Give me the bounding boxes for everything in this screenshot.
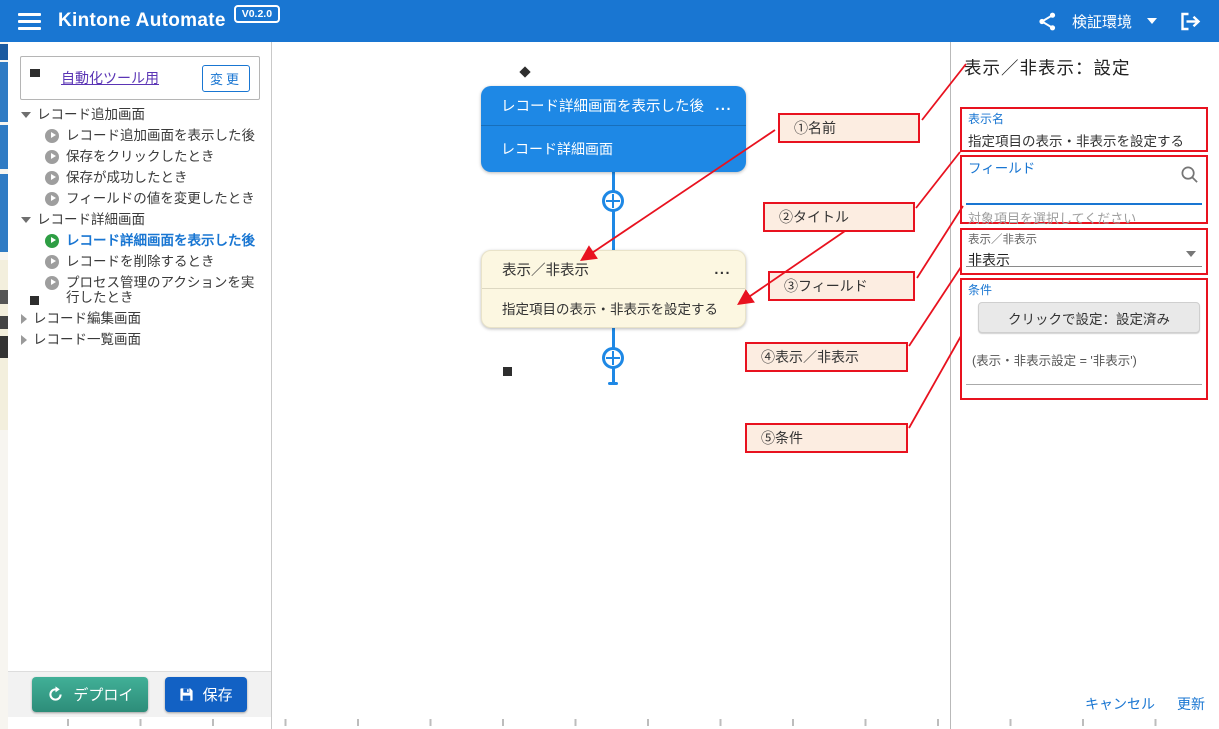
trigger-node[interactable]: レコード詳細画面を表示した後 ... レコード詳細画面 — [481, 86, 746, 172]
event-play-icon — [45, 150, 59, 164]
field-select-group: フィールド 対象項目を選択してください — [960, 155, 1208, 224]
app-card: 自動化ツール用 変更 — [20, 56, 260, 100]
tree-group-record-detail[interactable]: レコード詳細画面 — [8, 209, 271, 230]
collapse-icon — [21, 112, 31, 118]
condition-group: 条件 クリックで設定：設定済み (表示・非表示設定 = '非表示') — [960, 278, 1208, 400]
expand-icon — [21, 335, 27, 345]
display-name-value[interactable]: 指定項目の表示・非表示を設定する — [968, 130, 1200, 150]
callout-field: ③フィールド — [768, 271, 915, 301]
floppy-disk-icon — [179, 687, 194, 702]
settings-panel: 表示／非表示：設定 表示名 指定項目の表示・非表示を設定する フィールド 対象項… — [950, 42, 1219, 729]
condition-label: 条件 — [968, 283, 1200, 298]
event-tree: レコード追加画面 レコード追加画面を表示した後 保存をクリックしたとき 保存が成… — [8, 104, 271, 350]
hamburger-menu-icon[interactable] — [18, 13, 41, 30]
kintone-automate-app: Kintone Automate V0.2.0 検証環境 — [0, 0, 1219, 729]
field-label: フィールド — [968, 161, 1200, 176]
display-name-field-group: 表示名 指定項目の表示・非表示を設定する — [960, 107, 1208, 152]
tree-item-detail-delete[interactable]: レコードを削除するとき — [8, 251, 271, 272]
update-button[interactable]: 更新 — [1177, 694, 1205, 714]
display-name-label: 表示名 — [968, 112, 1200, 127]
tree-item-add-save-success[interactable]: 保存が成功したとき — [8, 167, 271, 188]
app-title: Kintone Automate — [58, 10, 226, 32]
panel-title: 表示／非表示：設定 — [964, 55, 1131, 80]
environment-caret-icon[interactable] — [1147, 18, 1157, 24]
condition-set-button[interactable]: クリックで設定：設定済み — [978, 302, 1200, 333]
action-node[interactable]: 表示／非表示 ... 指定項目の表示・非表示を設定する — [481, 250, 746, 328]
event-play-icon-active — [45, 234, 59, 248]
visibility-value[interactable]: 非表示 — [968, 250, 1200, 270]
expand-icon — [21, 314, 27, 324]
tree-item-add-field-change[interactable]: フィールドの値を変更したとき — [8, 188, 271, 209]
event-play-icon — [45, 129, 59, 143]
action-node-subtitle: 指定項目の表示・非表示を設定する — [482, 289, 745, 327]
app-link[interactable]: 自動化ツール用 — [61, 68, 193, 88]
event-play-icon — [45, 276, 59, 290]
tree-group-record-add[interactable]: レコード追加画面 — [8, 104, 271, 125]
dropdown-caret-icon[interactable] — [1186, 251, 1196, 257]
field-input-underline[interactable] — [966, 203, 1202, 205]
visibility-select-group[interactable]: 表示／非表示 非表示 — [960, 228, 1208, 275]
callout-name: ①名前 — [778, 113, 920, 143]
header-left: Kintone Automate V0.2.0 — [18, 10, 280, 32]
share-icon[interactable] — [1038, 12, 1057, 31]
callout-condition: ⑤条件 — [745, 423, 908, 453]
sync-icon — [47, 686, 64, 703]
condition-summary: (表示・非表示設定 = '非表示') — [972, 350, 1200, 369]
event-play-icon — [45, 171, 59, 185]
page-minimap — [0, 42, 8, 729]
logout-icon[interactable] — [1180, 12, 1201, 31]
trigger-node-title: レコード詳細画面を表示した後 — [501, 95, 704, 116]
version-badge: V0.2.0 — [234, 5, 280, 23]
visibility-label: 表示／非表示 — [968, 233, 1200, 248]
add-step-button[interactable] — [602, 347, 624, 369]
trigger-node-header: レコード詳細画面を表示した後 ... — [481, 86, 746, 126]
header-right: 検証環境 — [1038, 11, 1201, 32]
flow-connector-end — [608, 382, 618, 385]
cancel-button[interactable]: キャンセル — [1085, 694, 1155, 714]
panel-actions: キャンセル 更新 — [1085, 694, 1205, 714]
action-node-title: 表示／非表示 — [502, 259, 589, 280]
callout-title: ②タイトル — [763, 202, 915, 232]
tree-item-add-save-click[interactable]: 保存をクリックしたとき — [8, 146, 271, 167]
visibility-underline — [966, 266, 1202, 267]
search-icon[interactable] — [1180, 165, 1199, 189]
tree-group-record-list[interactable]: レコード一覧画面 — [8, 329, 271, 350]
collapse-icon — [21, 217, 31, 223]
sidebar: 自動化ツール用 変更 レコード追加画面 レコード追加画面を表示した後 保存をクリ… — [8, 42, 272, 729]
node-menu-icon[interactable]: ... — [714, 266, 731, 274]
node-menu-icon[interactable]: ... — [715, 102, 732, 110]
environment-selector[interactable]: 検証環境 — [1072, 11, 1132, 32]
save-button[interactable]: 保存 — [165, 677, 247, 712]
trigger-node-subtitle: レコード詳細画面 — [481, 126, 746, 172]
callout-visibility: ④表示／非表示 — [745, 342, 908, 372]
app-icon — [30, 67, 52, 89]
tree-group-record-edit[interactable]: レコード編集画面 — [8, 308, 271, 329]
sidebar-footer: デプロイ 保存 — [8, 671, 271, 717]
change-app-button[interactable]: 変更 — [202, 65, 250, 92]
event-play-icon — [45, 255, 59, 269]
field-placeholder: 対象項目を選択してください — [968, 208, 1136, 227]
condition-underline — [966, 384, 1202, 385]
deploy-button[interactable]: デプロイ — [32, 677, 148, 712]
event-play-icon — [45, 192, 59, 206]
app-header: Kintone Automate V0.2.0 検証環境 — [0, 0, 1219, 42]
action-node-header: 表示／非表示 ... — [482, 251, 745, 289]
flow-canvas[interactable]: レコード詳細画面を表示した後 ... レコード詳細画面 表示／非表示 ... 指… — [272, 42, 950, 729]
tree-item-add-after-show[interactable]: レコード追加画面を表示した後 — [8, 125, 271, 146]
tree-item-detail-process-action[interactable]: プロセス管理のアクションを実行したとき — [8, 272, 271, 308]
tree-item-detail-after-show[interactable]: レコード詳細画面を表示した後 — [8, 230, 271, 251]
add-step-button[interactable] — [602, 190, 624, 212]
